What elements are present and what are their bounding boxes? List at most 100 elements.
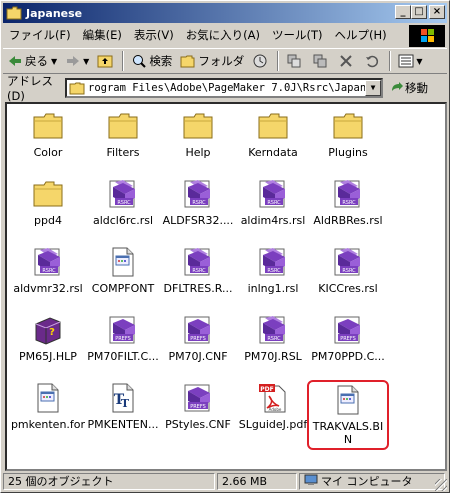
file-item-pmkenten[interactable]: T T PMKENTEN... <box>84 382 162 431</box>
maximize-button[interactable]: □ <box>411 5 427 19</box>
rsrc-file-icon: RSRC <box>182 178 214 210</box>
menu-view[interactable]: 表示(V) <box>128 27 180 43</box>
title-bar[interactable]: Japanese _ □ × <box>3 3 447 23</box>
menu-favorites[interactable]: お気に入り(A) <box>180 27 266 43</box>
file-item-pm70j-rsl[interactable]: RSRC PM70J.RSL <box>234 314 312 363</box>
svg-text:RSRC: RSRC <box>42 268 56 274</box>
file-item-ppd4[interactable]: ppd4 <box>9 178 87 227</box>
file-item-label: aldcl6rc.rsl <box>92 214 154 227</box>
file-item-label: aldvmr32.rsl <box>13 282 83 295</box>
file-item-aldim4rs-rsl[interactable]: RSRC aldim4rs.rsl <box>234 178 312 227</box>
file-item-label: TRAKVALS.BIN <box>312 420 384 446</box>
folder-file-icon <box>332 110 364 142</box>
history-button[interactable] <box>248 50 274 72</box>
svg-text:RSRC: RSRC <box>267 200 281 206</box>
address-dropdown-button[interactable]: ▼ <box>365 80 381 96</box>
file-item-aldcl6rc-rsl[interactable]: RSRC aldcl6rc.rsl <box>84 178 162 227</box>
svg-text:RSRC: RSRC <box>192 268 206 274</box>
menu-help[interactable]: ヘルプ(H) <box>329 27 393 43</box>
computer-icon <box>304 474 318 489</box>
status-bar: 25 個のオブジェクト 2.66 MB マイ コンピュータ <box>3 473 447 491</box>
svg-text:PREFS: PREFS <box>115 336 131 342</box>
rsrc-file-icon: RSRC <box>332 178 364 210</box>
folder-file-icon <box>107 110 139 142</box>
prefs-file-icon: PREFS <box>107 314 139 346</box>
svg-text:RSRC: RSRC <box>342 200 356 206</box>
views-icon <box>398 53 414 69</box>
file-item-kerndata[interactable]: Kerndata <box>234 110 312 159</box>
copy-to-button[interactable] <box>308 50 334 72</box>
pdf-file-icon: PDF Adobe <box>257 382 289 414</box>
forward-button[interactable]: ▼ <box>61 50 93 72</box>
file-item-plugins[interactable]: Plugins <box>309 110 387 159</box>
file-item-slguidej-pdf[interactable]: PDF Adobe SLguideJ.pdf <box>234 382 312 431</box>
svg-text:RSRC: RSRC <box>267 336 281 342</box>
search-button[interactable]: 検索 <box>127 50 176 72</box>
file-item-pm70filt-c[interactable]: PREFS PM70FILT.C... <box>84 314 162 363</box>
back-label: 戻る <box>25 54 48 68</box>
svg-text:?: ? <box>49 327 55 338</box>
file-item-filters[interactable]: Filters <box>84 110 162 159</box>
rsrc-file-icon: RSRC <box>332 246 364 278</box>
file-item-label: aldim4rs.rsl <box>240 214 306 227</box>
search-icon <box>131 53 147 69</box>
up-folder-button[interactable] <box>93 50 119 72</box>
delete-button[interactable] <box>334 50 360 72</box>
file-item-pm70j-cnf[interactable]: PREFS PM70J.CNF <box>159 314 237 363</box>
go-button[interactable]: 移動 <box>389 79 428 98</box>
file-item-pstyles-cnf[interactable]: PREFS PStyles.CNF <box>159 382 237 431</box>
file-item-pmkenten-for[interactable]: pmkenten.for <box>9 382 87 431</box>
file-item-compfont[interactable]: COMPFONT <box>84 246 162 295</box>
file-item-dfltres-r[interactable]: RSRC DFLTRES.R... <box>159 246 237 295</box>
address-input[interactable]: rogram Files\Adobe\PageMaker 7.0J\Rsrc\J… <box>65 78 383 98</box>
help-file-icon: ? <box>32 314 64 346</box>
address-bar: アドレス(D) rogram Files\Adobe\PageMaker 7.0… <box>3 74 447 103</box>
address-label: アドレス(D) <box>7 74 53 103</box>
file-item-label: inlng1.rsl <box>247 282 299 295</box>
file-item-pm65j-hlp[interactable]: ? PM65J.HLP <box>9 314 87 363</box>
prefs-file-icon: PREFS <box>182 314 214 346</box>
menu-edit[interactable]: 編集(E) <box>77 27 128 43</box>
status-size: 2.66 MB <box>217 473 297 490</box>
file-item-help[interactable]: Help <box>159 110 237 159</box>
file-item-aldvmr32-rsl[interactable]: RSRC aldvmr32.rsl <box>9 246 87 295</box>
status-location: マイ コンピュータ <box>299 473 445 490</box>
rsrc-file-icon: RSRC <box>257 314 289 346</box>
windows-logo-icon <box>409 25 445 47</box>
chevron-down-icon: ▼ <box>83 56 90 66</box>
svg-text:RSRC: RSRC <box>117 200 131 206</box>
menu-tools[interactable]: ツール(T) <box>266 27 329 43</box>
file-item-label: DFLTRES.R... <box>163 282 233 295</box>
folder-file-icon <box>257 110 289 142</box>
undo-button[interactable] <box>360 50 386 72</box>
close-button[interactable]: × <box>429 5 445 19</box>
menu-file[interactable]: ファイル(F) <box>3 27 77 43</box>
file-item-inlng1-rsl[interactable]: RSRC inlng1.rsl <box>234 246 312 295</box>
file-item-aldfsr32[interactable]: RSRC ALDFSR32.... <box>159 178 237 227</box>
toolbar-separator <box>277 51 280 71</box>
svg-text:PREFS: PREFS <box>190 336 206 342</box>
svg-text:PREFS: PREFS <box>340 336 356 342</box>
prefs-file-icon: PREFS <box>332 314 364 346</box>
file-item-aldrbres-rsl[interactable]: RSRC AldRBRes.rsl <box>309 178 387 227</box>
file-item-color[interactable]: Color <box>9 110 87 159</box>
folder-icon <box>6 6 22 20</box>
svg-text:T: T <box>121 397 130 410</box>
svg-text:Adobe: Adobe <box>269 407 282 412</box>
views-button[interactable]: ▼ <box>394 50 426 72</box>
minimize-button[interactable]: _ <box>395 5 411 19</box>
explorer-window: Japanese _ □ × ファイル(F) 編集(E) 表示(V) お気に入り… <box>0 0 450 493</box>
search-label: 検索 <box>149 54 173 68</box>
folder-icon <box>69 82 85 95</box>
file-list-view[interactable]: Color Filters Help Kerndata Plugins ppd4 RSRC a… <box>5 102 447 471</box>
file-item-label: PMKENTEN... <box>87 418 159 431</box>
move-to-button[interactable] <box>282 50 308 72</box>
folders-button[interactable]: フォルダ <box>176 50 248 72</box>
file-item-kiccres-rsl[interactable]: RSRC KICCres.rsl <box>309 246 387 295</box>
file-item-label: PM70J.CNF <box>168 350 228 363</box>
back-button[interactable]: 戻る ▼ <box>3 50 61 72</box>
folder-file-icon <box>32 110 64 142</box>
file-item-trakvals-bin[interactable]: TRAKVALS.BIN <box>307 380 389 450</box>
resize-grip[interactable] <box>435 479 447 491</box>
file-item-pm70ppd-c[interactable]: PREFS PM70PPD.C... <box>309 314 387 363</box>
